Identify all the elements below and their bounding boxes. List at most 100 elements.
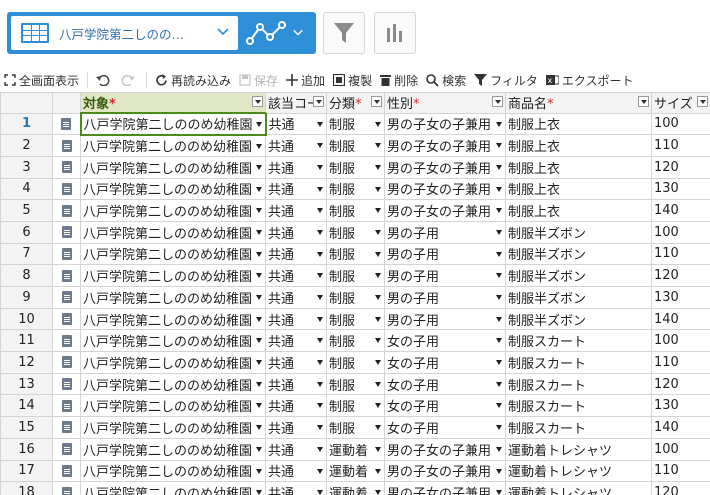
dropdown-arrow-icon[interactable]: [496, 403, 502, 409]
cell-size[interactable]: 120: [651, 264, 710, 287]
cell-category[interactable]: 制服: [326, 286, 385, 309]
document-icon[interactable]: [61, 399, 72, 412]
row-number[interactable]: 1: [0, 112, 53, 136]
document-icon[interactable]: [61, 269, 72, 282]
row-number[interactable]: 12: [0, 351, 53, 374]
dropdown-arrow-icon[interactable]: [375, 338, 381, 344]
cell-code[interactable]: 共通: [265, 199, 327, 222]
dropdown-arrow-icon[interactable]: [256, 251, 262, 257]
row-detail-cell[interactable]: [52, 220, 81, 244]
chart-panel-button[interactable]: [374, 12, 416, 54]
cell-product[interactable]: 制服半ズボン: [505, 220, 652, 244]
dropdown-arrow-icon[interactable]: [256, 273, 262, 279]
dropdown-arrow-icon[interactable]: [496, 381, 502, 387]
dropdown-arrow-icon[interactable]: [317, 360, 323, 366]
dropdown-arrow-icon[interactable]: [317, 316, 323, 322]
dropdown-arrow-icon[interactable]: [317, 490, 323, 495]
cell-category[interactable]: 運動着: [326, 437, 385, 461]
document-icon[interactable]: [61, 204, 72, 217]
dropdown-arrow-icon[interactable]: [256, 381, 262, 387]
dropdown-arrow-icon[interactable]: [496, 229, 502, 235]
document-icon[interactable]: [61, 443, 72, 456]
dropdown-arrow-icon[interactable]: [375, 251, 381, 257]
cell-size[interactable]: 130: [651, 286, 710, 309]
cell-target[interactable]: 八戸学院第二しののめ幼稚園: [80, 199, 266, 222]
table-row[interactable]: 6 八戸学院第二しののめ幼稚園 共通 制服 男の子用 制服半ズボン 100: [0, 220, 710, 244]
table-row[interactable]: 11 八戸学院第二しののめ幼稚園 共通 制服 女の子用 制服スカート 100: [0, 329, 710, 353]
dropdown-arrow-icon[interactable]: [317, 381, 323, 387]
cell-category[interactable]: 制服: [326, 351, 385, 374]
dropdown-arrow-icon[interactable]: [317, 403, 323, 409]
dropdown-arrow-icon[interactable]: [375, 468, 381, 474]
dropdown-arrow-icon[interactable]: [317, 229, 323, 235]
table-row[interactable]: 1 八戸学院第二しののめ幼稚園 共通 制服 男の子女の子兼用 制服上衣 100: [0, 112, 710, 136]
cell-category[interactable]: 制服: [326, 112, 385, 136]
row-number[interactable]: 13: [0, 372, 53, 396]
dropdown-arrow-icon[interactable]: [256, 468, 262, 474]
cell-target[interactable]: 八戸学院第二しののめ幼稚園: [80, 220, 266, 244]
cell-gender[interactable]: 男の子女の子兼用: [384, 199, 506, 222]
cell-target[interactable]: 八戸学院第二しののめ幼稚園: [80, 372, 266, 396]
cell-product[interactable]: 制服半ズボン: [505, 242, 652, 266]
column-menu-button[interactable]: [638, 96, 649, 107]
cell-target[interactable]: 八戸学院第二しののめ幼稚園: [80, 242, 266, 266]
cell-product[interactable]: 制服スカート: [505, 351, 652, 374]
row-detail-cell[interactable]: [52, 437, 81, 461]
cell-code[interactable]: 共通: [265, 459, 327, 483]
dropdown-arrow-icon[interactable]: [496, 273, 502, 279]
table-row[interactable]: 9 八戸学院第二しののめ幼稚園 共通 制服 男の子用 制服半ズボン 130: [0, 286, 710, 309]
cell-category[interactable]: 制服: [326, 307, 385, 331]
cell-code[interactable]: 共通: [265, 220, 327, 244]
document-icon[interactable]: [61, 226, 72, 239]
dropdown-arrow-icon[interactable]: [317, 338, 323, 344]
dropdown-arrow-icon[interactable]: [496, 186, 502, 192]
cell-code[interactable]: 共通: [265, 329, 327, 353]
column-header-gender[interactable]: 性別*: [384, 92, 506, 114]
cell-gender[interactable]: 女の子用: [384, 394, 506, 418]
column-menu-button[interactable]: [492, 96, 503, 107]
row-detail-cell[interactable]: [52, 459, 81, 483]
row-number[interactable]: 15: [0, 416, 53, 439]
cell-product[interactable]: 制服上衣: [505, 177, 652, 201]
cell-code[interactable]: 共通: [265, 416, 327, 439]
cell-category[interactable]: 制服: [326, 199, 385, 222]
cell-gender[interactable]: 男の子用: [384, 220, 506, 244]
dropdown-arrow-icon[interactable]: [256, 316, 262, 322]
dropdown-arrow-icon[interactable]: [375, 229, 381, 235]
dropdown-arrow-icon[interactable]: [375, 490, 381, 495]
cell-size[interactable]: 140: [651, 416, 710, 439]
cell-category[interactable]: 制服: [326, 264, 385, 287]
cell-size[interactable]: 100: [651, 437, 710, 461]
table-row[interactable]: 13 八戸学院第二しののめ幼稚園 共通 制服 女の子用 制服スカート 120: [0, 372, 710, 396]
dropdown-arrow-icon[interactable]: [256, 425, 262, 431]
row-number[interactable]: 17: [0, 459, 53, 483]
cell-code[interactable]: 共通: [265, 177, 327, 201]
cell-target[interactable]: 八戸学院第二しののめ幼稚園: [80, 481, 266, 495]
row-number[interactable]: 9: [0, 286, 53, 309]
cell-size[interactable]: 110: [651, 134, 710, 157]
column-menu-button[interactable]: [252, 96, 263, 107]
table-row[interactable]: 2 八戸学院第二しののめ幼稚園 共通 制服 男の子女の子兼用 制服上衣 110: [0, 134, 710, 157]
dropdown-arrow-icon[interactable]: [256, 403, 262, 409]
cell-code[interactable]: 共通: [265, 437, 327, 461]
dropdown-arrow-icon[interactable]: [375, 403, 381, 409]
dropdown-arrow-icon[interactable]: [375, 186, 381, 192]
cell-product[interactable]: 制服半ズボン: [505, 307, 652, 331]
dropdown-arrow-icon[interactable]: [317, 143, 323, 149]
view-dropdown[interactable]: 八戸学院第二しのの…: [11, 16, 238, 50]
dropdown-arrow-icon[interactable]: [256, 338, 262, 344]
dropdown-arrow-icon[interactable]: [317, 208, 323, 214]
dropdown-arrow-icon[interactable]: [375, 295, 381, 300]
cell-category[interactable]: 制服: [326, 220, 385, 244]
document-icon[interactable]: [61, 334, 72, 347]
cell-size[interactable]: 100: [651, 112, 710, 136]
dropdown-arrow-icon[interactable]: [375, 360, 381, 366]
table-row[interactable]: 4 八戸学院第二しののめ幼稚園 共通 制服 男の子女の子兼用 制服上衣 130: [0, 177, 710, 201]
column-header-target[interactable]: 対象*: [80, 92, 266, 114]
document-icon[interactable]: [61, 291, 72, 304]
table-row[interactable]: 16 八戸学院第二しののめ幼稚園 共通 運動着 男の子女の子兼用 運動着トレシャツ 100: [0, 437, 710, 461]
cell-code[interactable]: 共通: [265, 242, 327, 266]
row-detail-cell[interactable]: [52, 286, 81, 309]
document-icon[interactable]: [61, 182, 72, 195]
dropdown-arrow-icon[interactable]: [256, 446, 262, 452]
